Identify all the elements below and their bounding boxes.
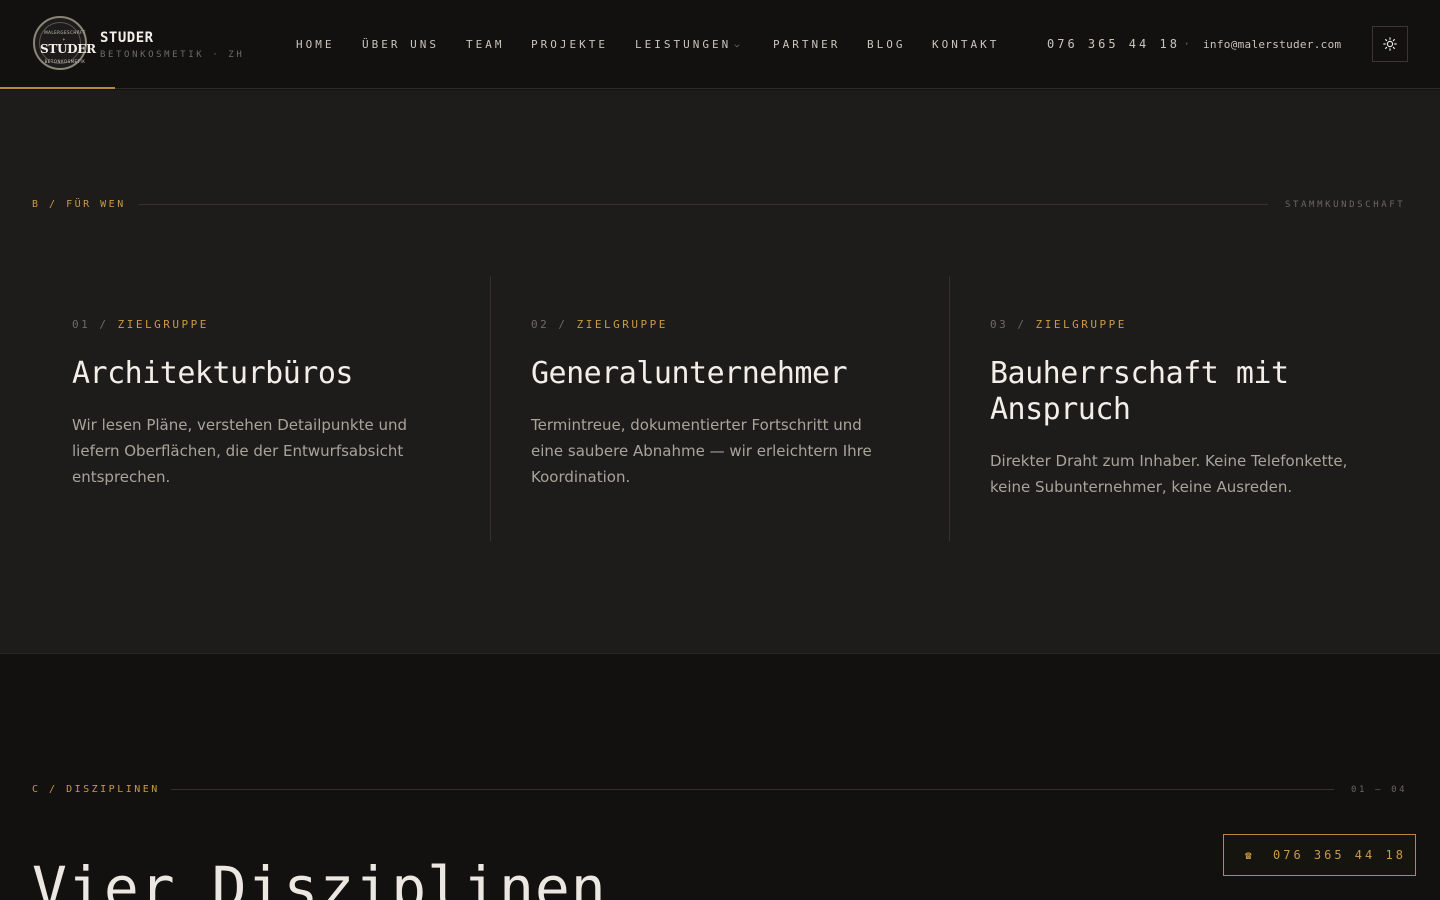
audience-card-3: 03 / ZIELGRUPPE Bauherrschaft mit Anspru… — [950, 276, 1408, 541]
logo-wordmark: STUDER — [40, 42, 96, 56]
audience-card-3-text: Direkter Draht zum Inhaber. Keine Telefo… — [990, 452, 1348, 496]
nav-item-leistungen-label: LEISTUNGEN — [635, 38, 732, 51]
section-b-eyebrow: B / FÜR WEN — [32, 199, 126, 210]
site-header: MALERGESCHÄFT ✦ STUDER BETONKOSMETIK STU… — [0, 0, 1440, 89]
active-nav-indicator — [0, 87, 115, 89]
section-c-eyebrow: C / DISZIPLINEN — [32, 784, 160, 795]
audience-card-2-title: Generalunternehmer — [531, 356, 848, 391]
card-number: 03 — [990, 318, 1009, 331]
audience-card-1-text: Wir lesen Pläne, verstehen Detailpunkte … — [72, 416, 408, 486]
floating-call-button[interactable]: ☎ 076 365 44 18 — [1223, 834, 1416, 876]
header-email-link[interactable]: info@malerstuder.com — [1203, 38, 1341, 51]
audience-card-3-title: Bauherrschaft mit Anspruch — [990, 356, 1289, 427]
nav-item-blog[interactable]: BLOG — [867, 38, 906, 51]
audience-card-1: 01 / ZIELGRUPPE Architekturbüros Wir les… — [32, 276, 490, 541]
floating-call-label: 076 365 44 18 — [1273, 848, 1406, 862]
card-tag-label: ZIELGRUPPE — [1035, 318, 1127, 331]
brand-name[interactable]: STUDER — [100, 30, 154, 46]
card-number: 01 — [72, 318, 91, 331]
logo-ring: MALERGESCHÄFT ✦ STUDER BETONKOSMETIK — [39, 22, 96, 64]
card-separator: / — [558, 318, 568, 331]
brand-subtitle: BETONKOSMETIK · ZH — [100, 50, 245, 60]
nav-item-partner[interactable]: PARTNER — [773, 38, 840, 51]
audience-card-3-tag: 03 / ZIELGRUPPE — [990, 318, 1127, 331]
chevron-down-icon: ⌵ — [734, 40, 740, 50]
section-fuer-wen: B / FÜR WEN STAMMKUNDSCHAFT 01 / ZIELGRU… — [0, 90, 1440, 654]
section-b-rule — [138, 204, 1268, 205]
logo-arc-bottom-text: BETONKOSMETIK — [44, 59, 86, 64]
card-number: 02 — [531, 318, 550, 331]
audience-card-1-tag: 01 / ZIELGRUPPE — [72, 318, 209, 331]
audience-card-1-title: Architekturbüros — [72, 356, 353, 391]
sun-icon — [1383, 37, 1397, 51]
header-phone-link[interactable]: 076 365 44 18 — [1047, 37, 1180, 51]
card-separator: / — [1017, 318, 1027, 331]
brand-logo[interactable]: MALERGESCHÄFT ✦ STUDER BETONKOSMETIK — [33, 16, 96, 70]
section-c-rule — [171, 789, 1334, 790]
card-separator: / — [99, 318, 109, 331]
section-b-eyebrow-right: STAMMKUNDSCHAFT — [1285, 200, 1406, 210]
card-tag-label: ZIELGRUPPE — [576, 318, 668, 331]
audience-card-2-text: Termintreue, dokumentierter Fortschritt … — [531, 416, 872, 486]
section-c-heading: Vier Disziplinen — [32, 854, 607, 900]
audience-card-2: 02 / ZIELGRUPPE Generalunternehmer Termi… — [491, 276, 949, 541]
nav-item-home[interactable]: HOME — [296, 38, 335, 51]
nav-item-ueber-uns[interactable]: ÜBER UNS — [362, 38, 439, 51]
section-c-counter: 01 — 04 — [1351, 785, 1408, 795]
nav-item-leistungen[interactable]: LEISTUNGEN ⌵ — [635, 38, 740, 51]
audience-card-2-tag: 02 / ZIELGRUPPE — [531, 318, 668, 331]
header-contact-separator: · — [1183, 37, 1191, 51]
nav-item-projekte[interactable]: PROJEKTE — [531, 38, 608, 51]
nav-item-team[interactable]: TEAM — [466, 38, 505, 51]
theme-toggle-button[interactable] — [1372, 26, 1408, 62]
phone-icon: ☎ — [1245, 849, 1252, 862]
logo-arc-top-text: MALERGESCHÄFT — [44, 30, 86, 35]
nav-item-kontakt[interactable]: KONTAKT — [932, 38, 999, 51]
card-tag-label: ZIELGRUPPE — [117, 318, 209, 331]
